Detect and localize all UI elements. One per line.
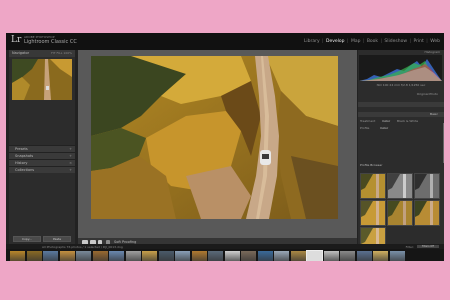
filmstrip-thumbnail[interactable]	[125, 251, 141, 261]
photo-canvas	[78, 50, 357, 255]
brand-line-2: Lightroom Classic CC	[24, 39, 77, 45]
paste-button[interactable]: Paste	[43, 236, 71, 242]
history-section[interactable]: History ×	[9, 159, 75, 166]
filmstrip	[6, 249, 444, 261]
filmstrip-thumbnail[interactable]	[274, 251, 289, 261]
profile-tile[interactable]	[414, 200, 440, 226]
filmstrip-thumbnail[interactable]	[306, 250, 323, 261]
navigator-header[interactable]: Navigator FIT FILL 100%	[9, 50, 75, 57]
aerial-road-photo	[91, 56, 338, 219]
treatment-label: Treatment	[360, 119, 376, 123]
filmstrip-info: All Photographs 76 photos / 1 selected /…	[42, 244, 123, 249]
filmstrip-thumbnail[interactable]	[59, 251, 75, 261]
photo-info: ISO 100 24 mm f/2.8 1/1250 sec	[376, 83, 426, 87]
main-photo[interactable]	[91, 56, 338, 219]
add-preset-icon[interactable]: +	[69, 147, 72, 151]
lightroom-window: Lr ADOBE PHOTOSHOP Lightroom Classic CC …	[6, 33, 444, 261]
profile-thumb	[415, 174, 439, 198]
right-panel: Histogram ISO 100 24 mm f/2.8 1/1250 sec…	[358, 50, 444, 253]
module-slideshow[interactable]: Slideshow	[384, 39, 407, 44]
filmstrip-thumbnail[interactable]	[26, 251, 42, 261]
module-develop[interactable]: Develop	[326, 39, 345, 44]
presets-label: Presets	[15, 146, 28, 151]
basic-title: Basic	[430, 112, 438, 116]
tool-strip	[358, 102, 444, 107]
treatment-color-option[interactable]: Color	[382, 119, 390, 123]
module-map[interactable]: Map	[351, 39, 361, 44]
filmstrip-thumbnail[interactable]	[373, 251, 388, 261]
navigator-preview-image	[12, 59, 72, 100]
profile-thumb	[361, 174, 385, 198]
filmstrip-thumbnail[interactable]	[208, 251, 223, 261]
left-panel: Navigator FIT FILL 100% Presets + Snapsh…	[9, 50, 75, 244]
filmstrip-thumbnail[interactable]	[241, 251, 256, 261]
filmstrip-thumbnail[interactable]	[10, 251, 25, 261]
profile-tile[interactable]	[387, 173, 413, 199]
clear-history-icon[interactable]: ×	[69, 161, 72, 165]
filmstrip-thumbnail[interactable]	[224, 251, 240, 261]
history-label: History	[15, 160, 28, 165]
filmstrip-thumbnail[interactable]	[389, 251, 405, 261]
module-print[interactable]: Print	[413, 39, 423, 44]
filmstrip-thumbnail[interactable]	[158, 251, 174, 261]
navigator-title: Navigator	[12, 51, 30, 55]
profile-dropdown[interactable]: Color	[380, 126, 388, 130]
filmstrip-thumbnail[interactable]	[191, 251, 207, 261]
snapshots-section[interactable]: Snapshots +	[9, 152, 75, 159]
module-web[interactable]: Web	[430, 39, 440, 44]
presets-section[interactable]: Presets +	[9, 145, 75, 152]
basic-panel-header[interactable]: Basic	[358, 112, 444, 117]
lightroom-logo: Lr	[11, 35, 22, 45]
add-snapshot-icon[interactable]: +	[69, 154, 72, 158]
histogram-title: Histogram	[424, 50, 440, 54]
copy-button[interactable]: Copy...	[13, 236, 41, 242]
profile-thumb	[388, 174, 412, 198]
profile-label: Profile	[360, 126, 370, 130]
brand-identity: ADOBE PHOTOSHOP Lightroom Classic CC	[24, 35, 84, 46]
histogram	[359, 55, 442, 81]
profile-tile[interactable]	[387, 200, 413, 226]
right-panel-scrollbar[interactable]	[443, 123, 444, 163]
filmstrip-thumbnail[interactable]	[175, 251, 190, 261]
filmstrip-thumbnail[interactable]	[323, 251, 339, 261]
snapshots-label: Snapshots	[15, 153, 34, 158]
filmstrip-thumbnail[interactable]	[356, 251, 372, 261]
profile-thumb	[415, 201, 439, 225]
filter-dropdown[interactable]: Filters Off	[417, 244, 439, 248]
profile-browser-title: Profile Browser	[360, 163, 383, 167]
filmstrip-thumbnail[interactable]	[43, 251, 58, 261]
filmstrip-thumbnail[interactable]	[92, 251, 108, 261]
profile-tile[interactable]	[360, 173, 386, 199]
filmstrip-thumbnail[interactable]	[290, 251, 306, 261]
original-photo-label: Original Photo	[416, 92, 438, 96]
treatment-row: Treatment Color Black & White	[360, 119, 442, 123]
profile-thumb	[361, 201, 385, 225]
add-collection-icon[interactable]: +	[69, 168, 72, 172]
filmstrip-thumbnail[interactable]	[109, 251, 124, 261]
module-book[interactable]: Book	[367, 39, 378, 44]
profile-tile[interactable]	[360, 200, 386, 226]
profile-tile[interactable]	[414, 173, 440, 199]
filmstrip-thumbnail[interactable]	[142, 251, 157, 261]
navigator-preview[interactable]	[12, 59, 72, 100]
profile-row: Profile Color	[360, 126, 442, 130]
filmstrip-thumbnail[interactable]	[76, 251, 91, 261]
treatment-bw-option[interactable]: Black & White	[397, 119, 418, 123]
collections-label: Collections	[15, 167, 35, 172]
navigator-zoom-options[interactable]: FIT FILL 100%	[51, 51, 72, 55]
histogram-graph	[359, 59, 442, 81]
module-library[interactable]: Library	[304, 39, 320, 44]
filter-label: Filter:	[405, 244, 414, 249]
profile-thumb	[388, 201, 412, 225]
filmstrip-thumbnail[interactable]	[340, 251, 355, 261]
module-bar: Lr ADOBE PHOTOSHOP Lightroom Classic CC …	[6, 33, 444, 50]
collections-section[interactable]: Collections +	[9, 166, 75, 173]
filmstrip-thumbnail[interactable]	[257, 251, 273, 261]
module-picker: Library | Develop | Map | Book | Slidesh…	[303, 39, 440, 44]
